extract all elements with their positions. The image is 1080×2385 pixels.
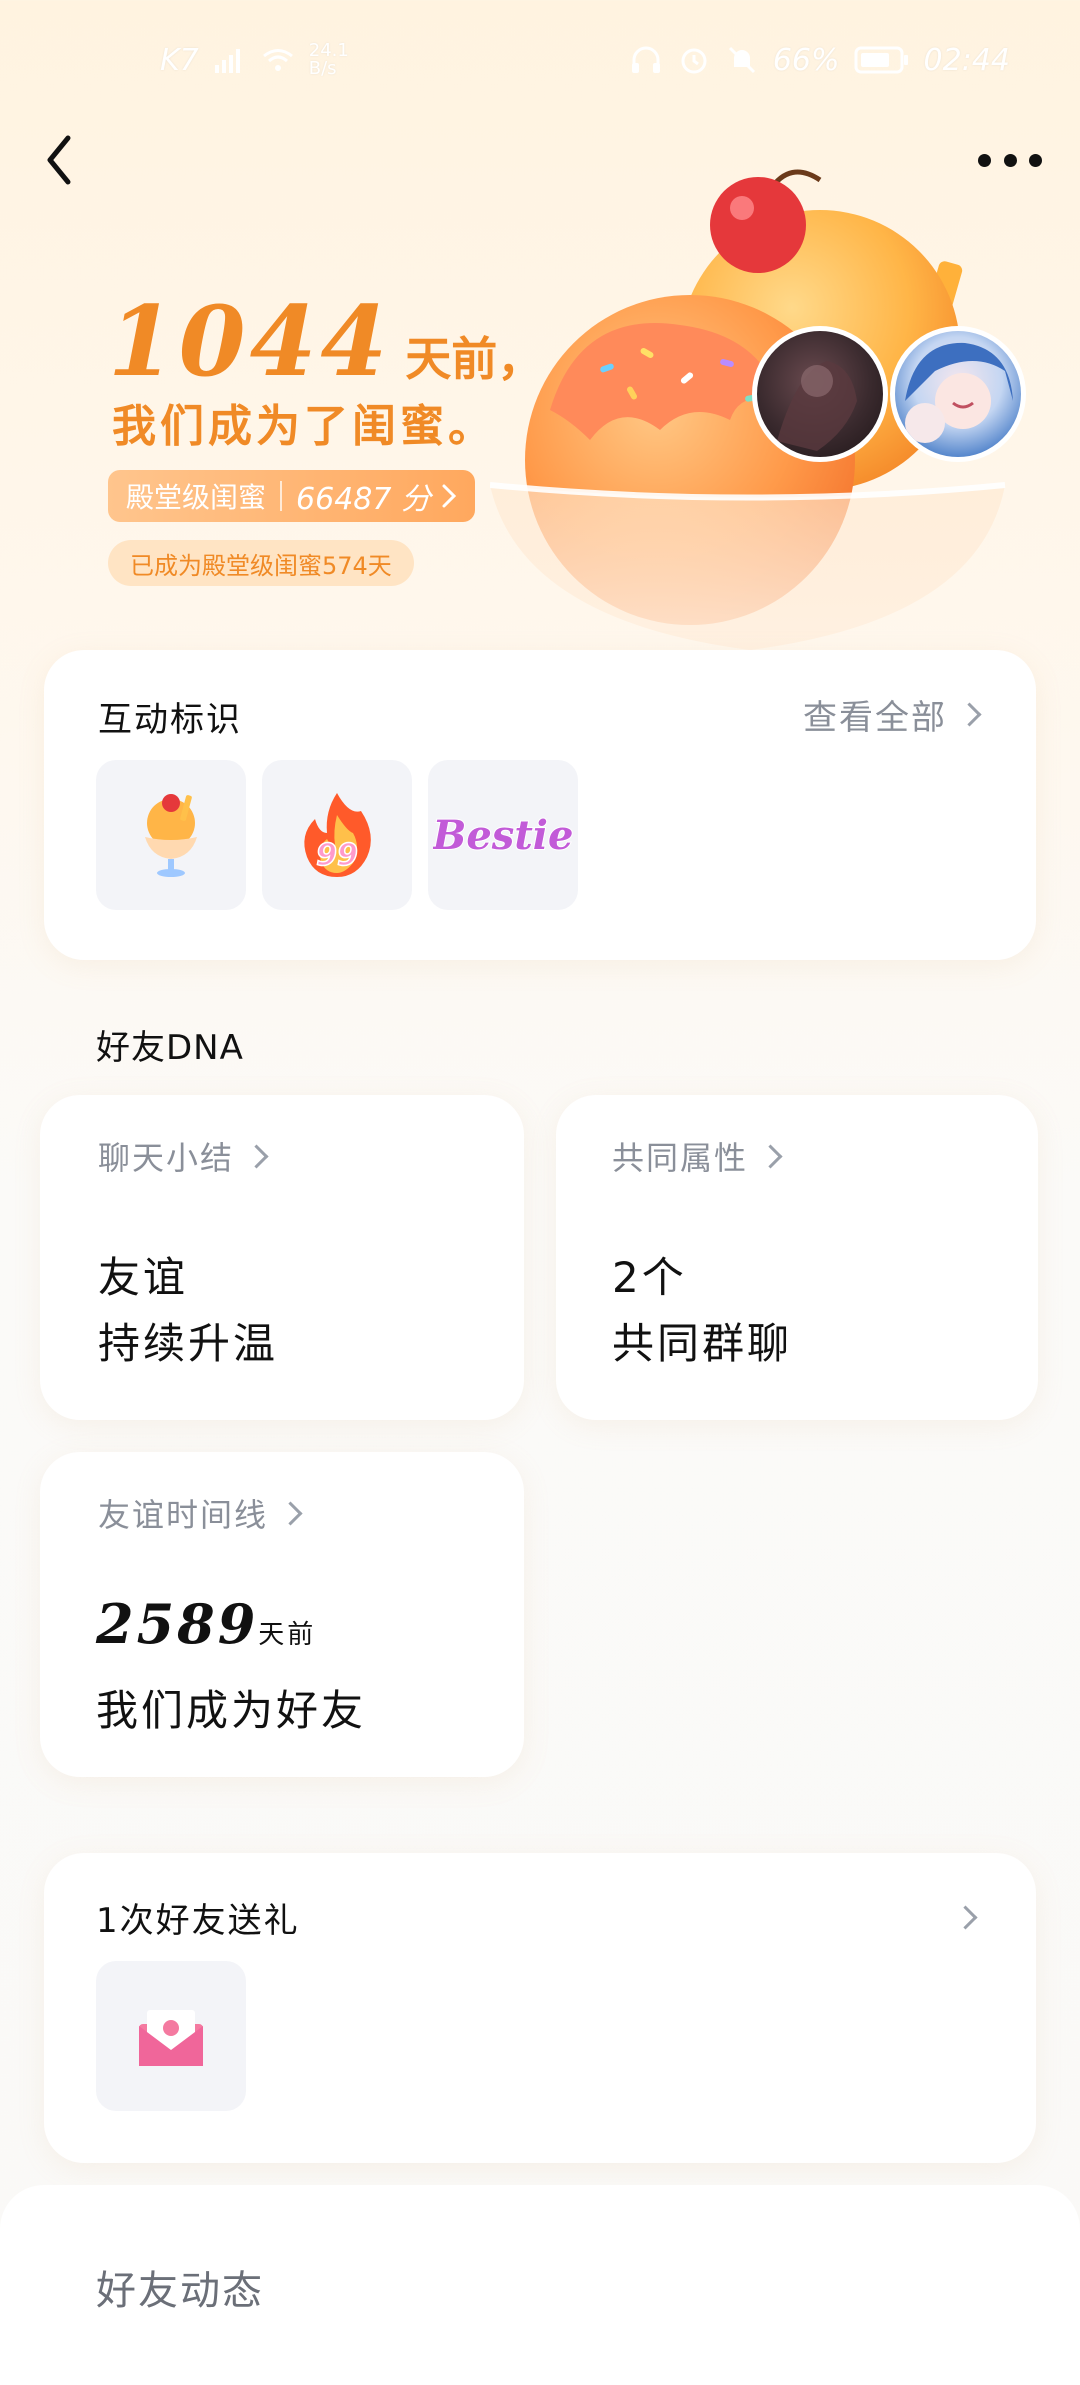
friend-gift-card[interactable]: 1次好友送礼	[44, 1853, 1036, 2163]
timeline-days-unit: 天前	[258, 1620, 317, 1650]
carrier-label: K7	[160, 42, 199, 78]
avatar-self-image	[905, 342, 1013, 443]
common-attributes-line1: 2个	[612, 1253, 687, 1302]
gift-title: 1次好友送礼	[96, 1901, 300, 1941]
back-arrow-icon[interactable]	[38, 130, 82, 190]
avatar-friend[interactable]	[752, 326, 888, 462]
badge-fire-99[interactable]: 99	[262, 760, 412, 910]
status-bar: K7 24.1 B/s 66% 02:44	[0, 30, 1080, 90]
timeline-title-row: 友谊时间线	[98, 1490, 303, 1536]
friend-feed-title: 好友动态	[96, 2268, 264, 2314]
timeline-line2: 我们成为好友	[96, 1686, 367, 1735]
timeline-title: 友谊时间线	[98, 1496, 269, 1534]
ice-cream-badge-icon	[145, 794, 197, 877]
avatar-friend-image	[777, 361, 857, 451]
chat-summary-title: 聊天小结	[98, 1139, 235, 1177]
common-attributes-card[interactable]: 共同属性 2个 共同群聊	[556, 1095, 1038, 1420]
chat-summary-line1: 友谊	[98, 1253, 189, 1302]
bestie-badge-text: Bestie	[433, 812, 573, 859]
chevron-right-icon	[957, 702, 982, 727]
days-number: 1044	[108, 285, 392, 398]
days-bestie-counter: 1044 天前，	[108, 285, 543, 398]
status-left: K7 24.1 B/s	[160, 42, 349, 78]
fire-99-number: 99	[316, 838, 358, 873]
mute-bell-icon	[728, 46, 755, 74]
view-all-link[interactable]: 查看全部	[803, 690, 982, 739]
chevron-right-icon	[758, 1143, 783, 1169]
avatar-self[interactable]	[890, 326, 1026, 462]
common-attributes-title-row: 共同属性	[612, 1133, 783, 1179]
bestie-badge-icon: Bestie	[433, 811, 573, 860]
badge-ice-cream[interactable]	[96, 760, 246, 910]
days-suffix: 天前，	[405, 332, 544, 386]
pill-divider	[280, 481, 283, 511]
status-right: 66% 02:44	[629, 43, 1010, 78]
common-attributes-title: 共同属性	[612, 1139, 749, 1177]
more-dot	[1029, 153, 1042, 167]
timeline-days-row: 2589天前	[96, 1586, 366, 1673]
timeline-content: 2589天前 我们成为好友	[96, 1586, 366, 1749]
headphones-icon	[631, 46, 660, 73]
battery-percent: 66%	[772, 42, 840, 78]
chat-summary-title-row: 聊天小结	[98, 1133, 269, 1179]
chat-summary-content: 友谊 持续升温	[98, 1245, 278, 1377]
level-score: 66487 分	[296, 482, 431, 517]
wifi-icon	[262, 49, 293, 71]
level-label: 殿堂级闺蜜	[126, 481, 267, 514]
timeline-days-number: 2589	[96, 1592, 259, 1656]
view-all-label: 查看全部	[803, 698, 947, 738]
bestie-level-pill[interactable]: 殿堂级闺蜜 66487 分	[108, 470, 475, 522]
hero-subtitle: 我们成为了闺蜜。	[112, 401, 496, 452]
signal-icon	[214, 49, 240, 73]
interaction-badges-card: 互动标识 查看全部 99 Bestie	[44, 650, 1036, 960]
chat-summary-card[interactable]: 聊天小结 友谊 持续升温	[40, 1095, 524, 1420]
battery-icon	[854, 46, 908, 74]
network-speed-unit: B/s	[308, 58, 337, 79]
friendship-timeline-card[interactable]: 友谊时间线 2589天前 我们成为好友	[40, 1452, 524, 1777]
chevron-right-icon	[244, 1143, 269, 1169]
network-speed: 24.1 B/s	[309, 42, 349, 78]
chevron-right-icon	[278, 1500, 303, 1526]
badge-bestie[interactable]: Bestie	[428, 760, 578, 910]
chevron-right-icon[interactable]	[953, 1905, 978, 1930]
chevron-right-icon	[442, 484, 457, 508]
envelope-gift-icon	[139, 2010, 203, 2066]
interaction-badges-title: 互动标识	[98, 700, 242, 740]
common-attributes-content: 2个 共同群聊	[612, 1245, 792, 1377]
friend-dna-title: 好友DNA	[96, 1028, 244, 1068]
alarm-icon	[681, 48, 707, 74]
clock: 02:44	[923, 42, 1010, 78]
common-attributes-line2: 共同群聊	[612, 1319, 793, 1368]
fire-99-badge-icon: 99	[304, 793, 371, 877]
bestie-duration-pill: 已成为殿堂级闺蜜574天	[108, 540, 414, 586]
gift-item[interactable]	[96, 1961, 246, 2111]
chat-summary-line2: 持续升温	[98, 1319, 279, 1368]
